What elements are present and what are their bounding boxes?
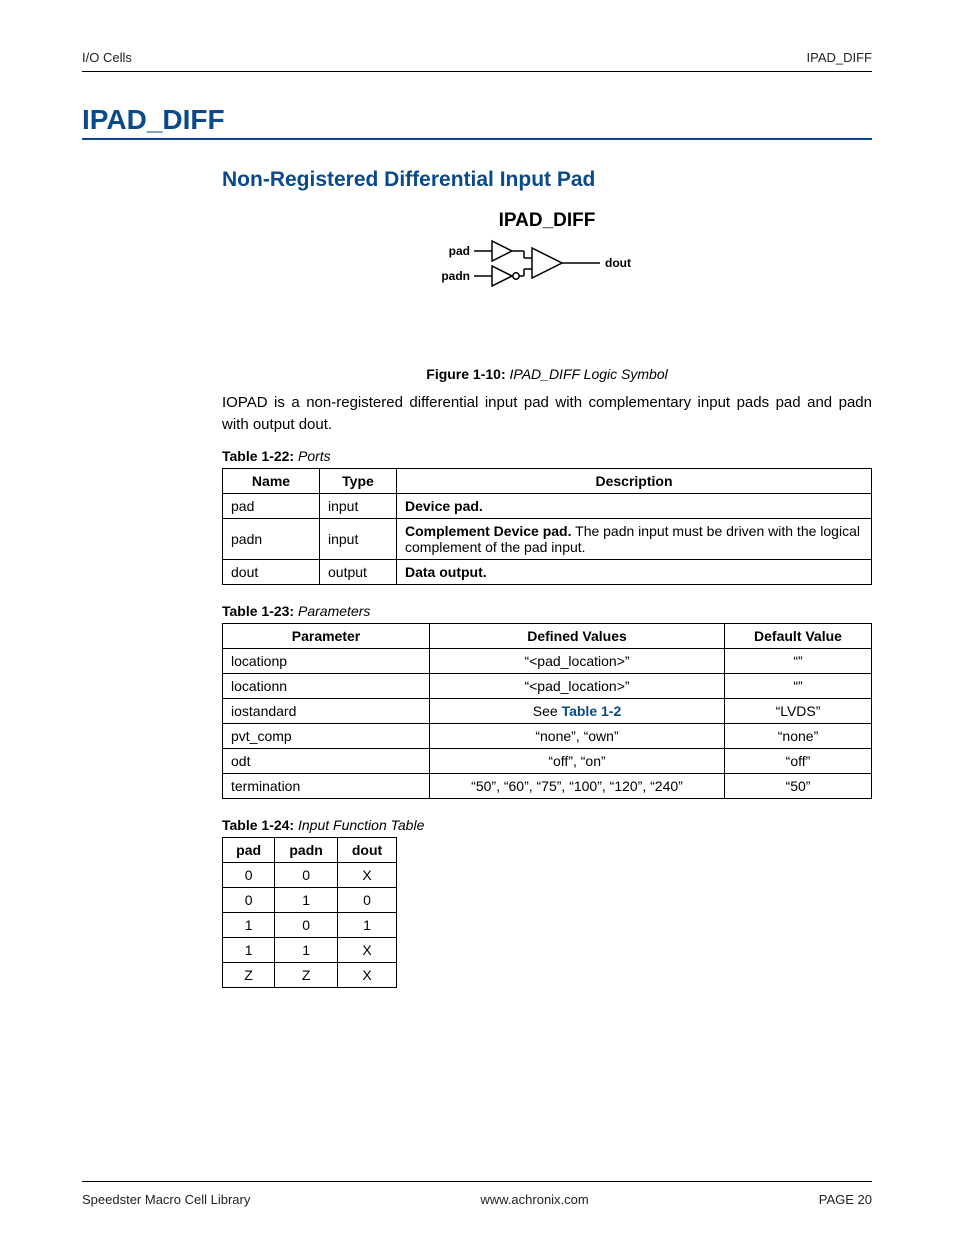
table-row: padinputDevice pad. — [223, 493, 872, 518]
params-table: Parameter Defined Values Default Value l… — [222, 623, 872, 799]
param-default: “LVDS” — [725, 698, 872, 723]
ports-caption-prefix: Table 1-22: — [222, 448, 294, 464]
param-name: pvt_comp — [223, 723, 430, 748]
param-default: “50” — [725, 773, 872, 798]
func-caption: Table 1-24: Input Function Table — [222, 817, 872, 833]
content-column: Non-Registered Differential Input Pad IP… — [222, 168, 872, 1181]
param-default: “off” — [725, 748, 872, 773]
ports-table: Name Type Description padinputDevice pad… — [222, 468, 872, 585]
param-name: locationn — [223, 673, 430, 698]
param-default: “” — [725, 673, 872, 698]
figure-caption-text: IPAD_DIFF Logic Symbol — [510, 366, 668, 382]
section-title: Non-Registered Differential Input Pad — [222, 168, 872, 192]
params-caption-prefix: Table 1-23: — [222, 603, 294, 619]
func-cell: 0 — [275, 862, 338, 887]
func-th-pad: pad — [223, 837, 275, 862]
table-row: odt“off”, “on”“off” — [223, 748, 872, 773]
figure-title: IPAD_DIFF — [222, 210, 872, 232]
func-cell: 0 — [223, 887, 275, 912]
figure-caption-prefix: Figure 1-10: — [426, 366, 505, 382]
func-cell: 1 — [275, 937, 338, 962]
param-defined: “<pad_location>” — [430, 648, 725, 673]
ports-th-desc: Description — [397, 468, 872, 493]
ports-caption: Table 1-22: Ports — [222, 448, 872, 464]
port-desc: Complement Device pad. The padn input mu… — [397, 518, 872, 559]
func-cell: 1 — [223, 912, 275, 937]
port-type: input — [320, 493, 397, 518]
page-header: I/O Cells IPAD_DIFF — [82, 50, 872, 72]
param-defined: “off”, “on” — [430, 748, 725, 773]
port-name: dout — [223, 559, 320, 584]
ports-caption-text: Ports — [298, 448, 331, 464]
params-caption: Table 1-23: Parameters — [222, 603, 872, 619]
port-name: pad — [223, 493, 320, 518]
param-defined: See Table 1-2 — [430, 698, 725, 723]
func-cell: X — [338, 862, 397, 887]
params-th-param: Parameter — [223, 623, 430, 648]
figure-caption: Figure 1-10: IPAD_DIFF Logic Symbol — [222, 366, 872, 382]
params-caption-text: Parameters — [298, 603, 370, 619]
table-row: 101 — [223, 912, 397, 937]
table-row: 00X — [223, 862, 397, 887]
figure-block: IPAD_DIFF pad padn — [222, 210, 872, 296]
logic-symbol-svg: pad padn dout — [432, 236, 662, 296]
func-cell: Z — [275, 962, 338, 987]
param-name: iostandard — [223, 698, 430, 723]
func-cell: 1 — [275, 887, 338, 912]
func-cell: 1 — [223, 937, 275, 962]
func-th-padn: padn — [275, 837, 338, 862]
port-type: output — [320, 559, 397, 584]
func-cell: X — [338, 937, 397, 962]
table-row: termination“50”, “60”, “75”, “100”, “120… — [223, 773, 872, 798]
func-caption-prefix: Table 1-24: — [222, 817, 294, 833]
footer-right: PAGE 20 — [819, 1192, 872, 1207]
table-row: doutoutputData output. — [223, 559, 872, 584]
header-left: I/O Cells — [82, 50, 132, 65]
label-padn: padn — [441, 269, 470, 283]
table-row: 010 — [223, 887, 397, 912]
table-row: ZZX — [223, 962, 397, 987]
func-table: pad padn dout 00X01010111XZZX — [222, 837, 397, 988]
intro-paragraph: IOPAD is a non-registered differential i… — [222, 392, 872, 436]
port-name: padn — [223, 518, 320, 559]
param-name: termination — [223, 773, 430, 798]
page-footer: Speedster Macro Cell Library www.achroni… — [82, 1181, 872, 1207]
params-th-default: Default Value — [725, 623, 872, 648]
table-row: padninputComplement Device pad. The padn… — [223, 518, 872, 559]
param-defined: “50”, “60”, “75”, “100”, “120”, “240” — [430, 773, 725, 798]
port-type: input — [320, 518, 397, 559]
table-row: locationp“<pad_location>”“” — [223, 648, 872, 673]
table-row: pvt_comp“none”, “own”“none” — [223, 723, 872, 748]
func-cell: 0 — [223, 862, 275, 887]
param-name: odt — [223, 748, 430, 773]
param-defined: “<pad_location>” — [430, 673, 725, 698]
label-pad: pad — [449, 244, 470, 258]
func-cell: X — [338, 962, 397, 987]
func-cell: 1 — [338, 912, 397, 937]
table-row: locationn“<pad_location>”“” — [223, 673, 872, 698]
port-desc: Data output. — [397, 559, 872, 584]
ports-th-name: Name — [223, 468, 320, 493]
func-cell: 0 — [275, 912, 338, 937]
func-cell: Z — [223, 962, 275, 987]
page-title: IPAD_DIFF — [82, 104, 872, 136]
footer-left: Speedster Macro Cell Library — [82, 1192, 250, 1207]
ports-th-type: Type — [320, 468, 397, 493]
func-th-dout: dout — [338, 837, 397, 862]
header-right: IPAD_DIFF — [807, 50, 873, 65]
param-defined: “none”, “own” — [430, 723, 725, 748]
footer-center: www.achronix.com — [480, 1192, 588, 1207]
label-dout: dout — [605, 256, 631, 270]
port-desc: Device pad. — [397, 493, 872, 518]
param-default: “” — [725, 648, 872, 673]
table-row: 11X — [223, 937, 397, 962]
table-link[interactable]: Table 1-2 — [562, 703, 622, 719]
param-name: locationp — [223, 648, 430, 673]
title-rule — [82, 138, 872, 140]
func-cell: 0 — [338, 887, 397, 912]
table-row: iostandardSee Table 1-2“LVDS” — [223, 698, 872, 723]
func-caption-text: Input Function Table — [298, 817, 424, 833]
params-th-defined: Defined Values — [430, 623, 725, 648]
param-default: “none” — [725, 723, 872, 748]
